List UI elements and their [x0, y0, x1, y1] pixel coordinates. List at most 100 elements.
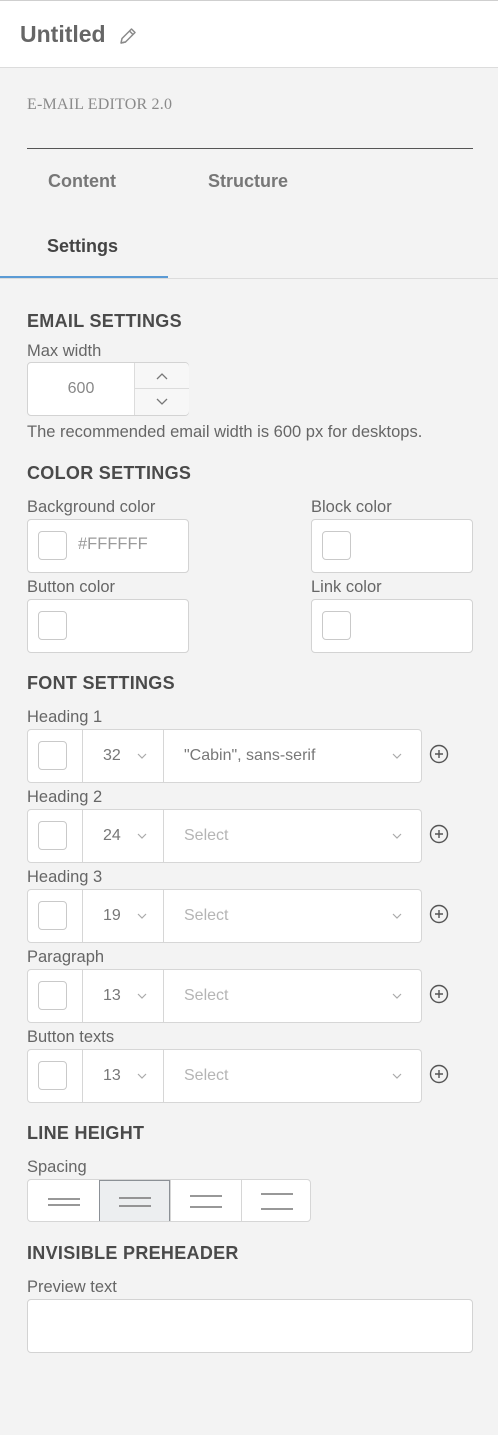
chevron-down-icon: [137, 753, 147, 759]
max-width-stepper[interactable]: 600: [27, 362, 189, 416]
preheader-heading: INVISIBLE PREHEADER: [27, 1243, 239, 1263]
button-color-picker[interactable]: [27, 599, 189, 653]
line-spacing-option-3[interactable]: [170, 1180, 241, 1221]
line-spacing-1-icon: [47, 1197, 80, 1206]
chevron-down-icon: [137, 833, 147, 839]
chevron-down-icon: [392, 753, 402, 759]
background-color-picker[interactable]: #FFFFFF: [27, 519, 189, 573]
color-settings-heading: COLOR SETTINGS: [27, 463, 192, 483]
font-size-value: 19: [103, 907, 121, 924]
button-color-swatch[interactable]: [38, 611, 67, 640]
font-size-select[interactable]: 19: [83, 889, 164, 943]
font-size-select[interactable]: 13: [83, 969, 164, 1023]
font-color-swatch[interactable]: [38, 901, 67, 930]
preview-text-label: Preview text: [27, 1278, 117, 1296]
decrement-button[interactable]: [135, 389, 189, 415]
top-bar: Untitled: [0, 0, 498, 68]
font-settings-heading: FONT SETTINGS: [27, 673, 175, 693]
block-color-swatch[interactable]: [322, 531, 351, 560]
link-color-picker[interactable]: [311, 599, 473, 653]
background-color-label: Background color: [27, 498, 156, 516]
block-color-label: Block color: [311, 498, 392, 516]
font-family-select[interactable]: Select: [164, 889, 422, 943]
line-height-heading: LINE HEIGHT: [27, 1123, 145, 1143]
font-family-select[interactable]: Select: [164, 1049, 422, 1103]
chevron-down-icon: [137, 1073, 147, 1079]
font-family-value: Select: [184, 907, 229, 924]
font-color-swatch[interactable]: [38, 981, 67, 1010]
line-spacing-option-4[interactable]: [241, 1180, 310, 1221]
chevron-down-icon: [392, 1073, 402, 1079]
tab-content[interactable]: Content: [48, 171, 116, 192]
add-circle-icon[interactable]: [429, 904, 449, 924]
font-color-cell: [27, 969, 83, 1023]
chevron-down-icon: [156, 398, 168, 405]
chevron-up-icon: [156, 372, 168, 379]
font-family-select[interactable]: "Cabin", sans-serif: [164, 729, 422, 783]
font-color-cell: [27, 1049, 83, 1103]
font-color-swatch[interactable]: [38, 1061, 67, 1090]
font-row-heading-2: 24 Select: [27, 809, 423, 863]
add-circle-icon[interactable]: [429, 1064, 449, 1084]
font-color-swatch[interactable]: [38, 821, 67, 850]
font-family-value: Select: [184, 987, 229, 1004]
background-color-swatch[interactable]: [38, 531, 67, 560]
link-color-swatch[interactable]: [322, 611, 351, 640]
chevron-down-icon: [137, 913, 147, 919]
font-row-label: Heading 3: [27, 868, 103, 886]
font-family-select[interactable]: Select: [164, 809, 422, 863]
spacing-label: Spacing: [27, 1158, 87, 1176]
tab-settings[interactable]: Settings: [47, 236, 118, 257]
background-color-value[interactable]: #FFFFFF: [78, 535, 148, 554]
line-spacing-group: [27, 1179, 311, 1222]
document-title[interactable]: Untitled: [20, 21, 106, 48]
tab-structure[interactable]: Structure: [208, 171, 288, 192]
line-spacing-option-2[interactable]: [99, 1180, 170, 1221]
line-spacing-2-icon: [118, 1196, 151, 1207]
font-color-cell: [27, 809, 83, 863]
editor-brand: E-MAIL EDITOR 2.0: [27, 96, 173, 113]
font-row-label: Heading 2: [27, 788, 103, 806]
font-color-swatch[interactable]: [38, 741, 67, 770]
font-size-value: 24: [103, 827, 121, 844]
preview-text-input[interactable]: [27, 1299, 473, 1353]
font-size-select[interactable]: 13: [83, 1049, 164, 1103]
font-row-heading-1: 32 "Cabin", sans-serif: [27, 729, 423, 783]
font-size-select[interactable]: 32: [83, 729, 164, 783]
max-width-note: The recommended email width is 600 px fo…: [27, 423, 423, 441]
line-spacing-3-icon: [190, 1194, 222, 1208]
font-color-cell: [27, 729, 83, 783]
font-size-select[interactable]: 24: [83, 809, 164, 863]
font-size-value: 32: [103, 747, 121, 764]
font-family-value: "Cabin", sans-serif: [184, 747, 316, 764]
increment-button[interactable]: [135, 363, 189, 389]
line-spacing-option-1[interactable]: [28, 1180, 99, 1221]
font-row-paragraph: 13 Select: [27, 969, 423, 1023]
max-width-input[interactable]: 600: [28, 363, 134, 415]
max-width-label: Max width: [27, 342, 102, 360]
link-color-label: Link color: [311, 578, 382, 596]
font-row-label: Heading 1: [27, 708, 103, 726]
font-family-select[interactable]: Select: [164, 969, 422, 1023]
add-circle-icon[interactable]: [429, 744, 449, 764]
email-settings-heading: EMAIL SETTINGS: [27, 311, 182, 331]
chevron-down-icon: [137, 993, 147, 999]
block-color-picker[interactable]: [311, 519, 473, 573]
add-circle-icon[interactable]: [429, 824, 449, 844]
font-family-value: Select: [184, 1067, 229, 1084]
pencil-icon[interactable]: [117, 25, 139, 47]
chevron-down-icon: [392, 913, 402, 919]
chevron-down-icon: [392, 993, 402, 999]
add-circle-icon[interactable]: [429, 984, 449, 1004]
font-size-value: 13: [103, 1067, 121, 1084]
button-color-label: Button color: [27, 578, 116, 596]
font-row-heading-3: 19 Select: [27, 889, 423, 943]
tabs-divider: [0, 278, 498, 279]
stepper-buttons: [134, 363, 189, 415]
brand-divider: [27, 148, 473, 149]
font-family-value: Select: [184, 827, 229, 844]
line-spacing-4-icon: [261, 1192, 293, 1210]
font-row-label: Button texts: [27, 1028, 115, 1046]
font-row-label: Paragraph: [27, 948, 105, 966]
font-size-value: 13: [103, 987, 121, 1004]
